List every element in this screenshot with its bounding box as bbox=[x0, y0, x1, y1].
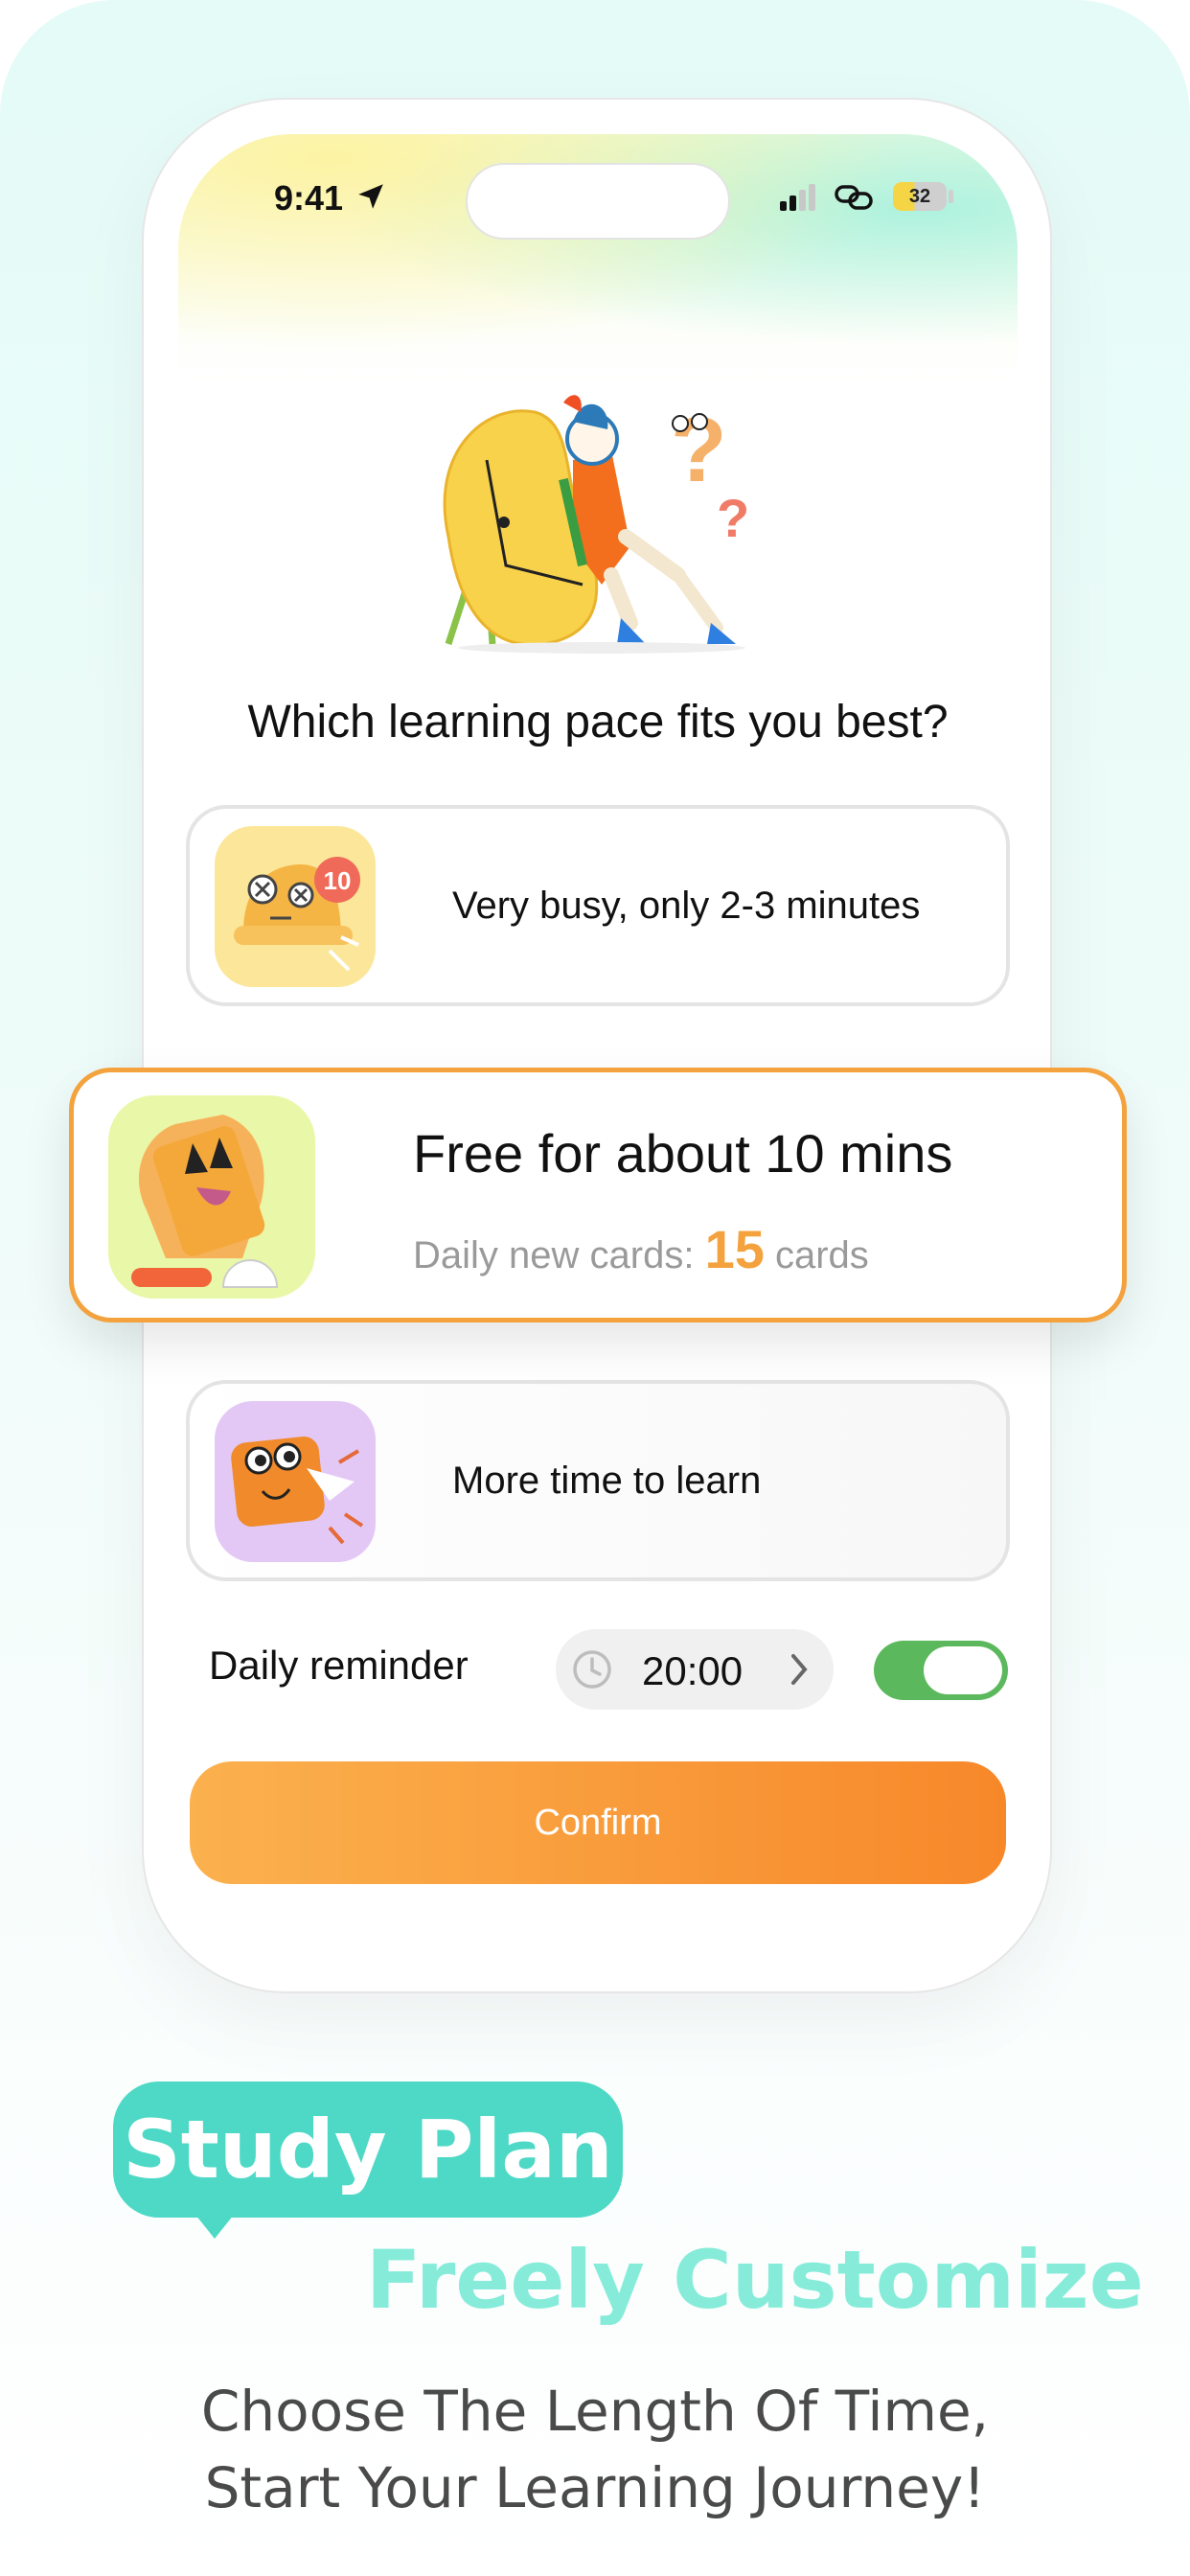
clock-icon bbox=[573, 1650, 611, 1689]
status-time: 9:41 bbox=[274, 178, 344, 218]
study-plan-text: Study Plan bbox=[123, 2103, 613, 2196]
reminder-toggle[interactable] bbox=[874, 1641, 1008, 1700]
tagline-line-1: Choose The Length Of Time, bbox=[200, 2379, 990, 2444]
option-ten-minutes-selected[interactable]: Free for about 10 mins Daily new cards: … bbox=[69, 1068, 1127, 1322]
badge-count: 10 bbox=[324, 866, 352, 895]
tagline-line-2: Start Your Learning Journey! bbox=[204, 2455, 986, 2520]
thinking-character-illustration: ? ? bbox=[443, 395, 749, 654]
daily-cards-suffix: cards bbox=[774, 1234, 869, 1276]
hand-card-icon bbox=[108, 1095, 315, 1299]
toggle-knob bbox=[924, 1646, 1002, 1694]
bubble-tail bbox=[192, 2210, 238, 2239]
tagline: Choose The Length Of Time, Start Your Le… bbox=[0, 2373, 1190, 2526]
option-more-time[interactable]: More time to learn bbox=[186, 1380, 1010, 1581]
option-label: Very busy, only 2-3 minutes bbox=[452, 885, 921, 927]
reminder-time-picker[interactable]: 20:00 bbox=[556, 1629, 834, 1710]
app-screen: 9:41 32 ? ? Which learning pace fits you… bbox=[178, 134, 1018, 1978]
svg-text:?: ? bbox=[717, 488, 749, 548]
option-title: Free for about 10 mins bbox=[413, 1123, 953, 1184]
daily-reminder-label: Daily reminder bbox=[209, 1643, 469, 1688]
option-very-busy[interactable]: 10 Very busy, only 2-3 minutes bbox=[186, 805, 1010, 1006]
freely-customize-headline: Freely Customize bbox=[366, 2233, 1144, 2327]
alarm-bell-icon: 10 bbox=[215, 826, 376, 987]
battery-icon: 32 bbox=[893, 182, 947, 211]
dynamic-island bbox=[466, 163, 730, 240]
daily-cards-prefix: Daily new cards: bbox=[413, 1234, 695, 1276]
page-question: Which learning pace fits you best? bbox=[247, 697, 949, 748]
confirm-button[interactable]: Confirm bbox=[190, 1761, 1006, 1884]
daily-cards-text: Daily new cards: 15 cards bbox=[413, 1218, 869, 1280]
study-plan-bubble: Study Plan bbox=[113, 2082, 623, 2218]
reminder-time: 20:00 bbox=[642, 1648, 744, 1693]
link-icon bbox=[835, 185, 873, 210]
option-label: More time to learn bbox=[452, 1460, 762, 1502]
location-arrow-icon bbox=[358, 184, 383, 209]
battery-tip bbox=[949, 190, 953, 203]
flying-card-icon bbox=[215, 1401, 376, 1562]
signal-icon bbox=[780, 184, 815, 211]
chevron-right-icon bbox=[791, 1654, 808, 1685]
daily-cards-count: 15 bbox=[704, 1219, 765, 1279]
